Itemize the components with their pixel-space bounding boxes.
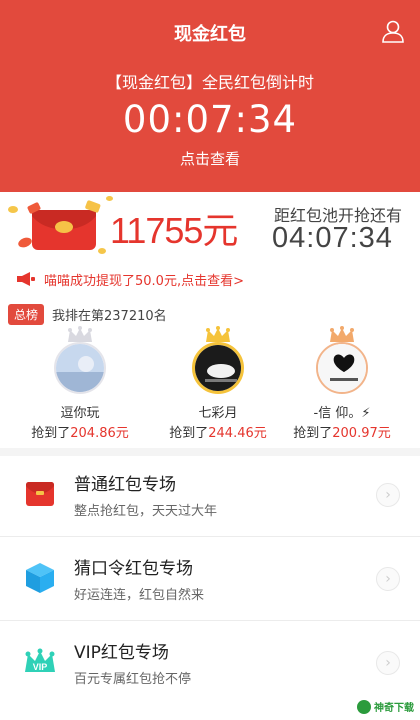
- section-desc: 好运连连，红包自然来: [74, 588, 205, 603]
- countdown-subtitle: 【现金红包】全民红包倒计时: [105, 73, 314, 92]
- normal-redpacket-section[interactable]: 普通红包专场 整点抢红包，天天过大年 ›: [0, 452, 420, 536]
- jackpot-banner: 11755元 距红包池开抢还有 04:07:34: [0, 192, 420, 262]
- winner-name: 七彩月: [198, 406, 238, 421]
- header: 现金红包 【现金红包】全民红包倒计时 00:07:34 点击查看: [0, 0, 420, 192]
- red-envelope-icon: [26, 482, 54, 506]
- pool-countdown: 04:07:34: [272, 222, 393, 254]
- chevron-right-icon[interactable]: ›: [376, 567, 400, 591]
- section-desc: 百元专属红包抢不停: [74, 672, 192, 687]
- notice-text: 喵喵成功提现了50.0元,点击查看>: [44, 273, 244, 289]
- vip-crown-icon: VIP: [25, 648, 55, 672]
- watermark-text: 神奇下载: [374, 703, 414, 714]
- avatar: [316, 342, 368, 394]
- chevron-right-icon[interactable]: ›: [376, 651, 400, 675]
- watermark-logo-icon: [357, 699, 371, 714]
- section-title: 普通红包专场: [74, 475, 176, 495]
- vip-redpacket-section[interactable]: VIP VIP红包专场 百元专属红包抢不停 ›: [0, 620, 420, 704]
- winner-amount-line: 抢到了244.46元: [148, 422, 288, 441]
- view-link[interactable]: 点击查看: [0, 148, 420, 169]
- winners-list: 逗你玩 抢到了204.86元 七彩月 抢到了244.46元 -信 仰。⚡ 抢到了…: [0, 326, 420, 446]
- section-title: VIP红包专场: [74, 643, 169, 663]
- countdown-timer: 00:07:34: [122, 98, 298, 141]
- winner-prefix: 抢到了: [293, 426, 333, 441]
- avatar: [192, 342, 244, 394]
- jackpot-amount: 11755元: [110, 210, 238, 251]
- winner-prefix: 抢到了: [31, 426, 71, 441]
- winner-name: 逗你玩: [60, 406, 100, 421]
- red-envelope-icon: [27, 200, 101, 250]
- withdraw-notice[interactable]: 喵喵成功提现了50.0元,点击查看>: [0, 262, 420, 296]
- megaphone-icon: [17, 272, 35, 286]
- winner-name: -信 仰。⚡: [313, 406, 371, 421]
- ranking-header: 总榜 我排在第237210名: [0, 300, 420, 328]
- avatar: [54, 342, 106, 394]
- winner-amount: 244.46元: [208, 426, 267, 441]
- coin-decoration: [8, 206, 18, 213]
- page-title: 现金红包: [174, 24, 246, 45]
- winner-amount: 204.86元: [70, 426, 129, 441]
- winner-amount-line: 抢到了200.97元: [272, 422, 412, 441]
- winner-amount-line: 抢到了204.86元: [10, 422, 150, 441]
- winner-prefix: 抢到了: [169, 426, 209, 441]
- my-rank: 我排在第237210名: [52, 308, 167, 324]
- ranking-badge[interactable]: 总榜: [8, 303, 45, 325]
- password-redpacket-section[interactable]: 猜口令红包专场 好运连连，红包自然来 ›: [0, 536, 420, 620]
- svg-text:VIP: VIP: [33, 662, 48, 672]
- section-title: 猜口令红包专场: [74, 559, 193, 579]
- user-icon[interactable]: [380, 18, 406, 44]
- coin-decoration: [106, 196, 113, 201]
- section-desc: 整点抢红包，天天过大年: [74, 504, 218, 519]
- watermark: 神奇下载: [357, 699, 414, 714]
- blue-cube-icon: [26, 563, 54, 593]
- chevron-right-icon[interactable]: ›: [376, 483, 400, 507]
- winner-amount: 200.97元: [332, 426, 391, 441]
